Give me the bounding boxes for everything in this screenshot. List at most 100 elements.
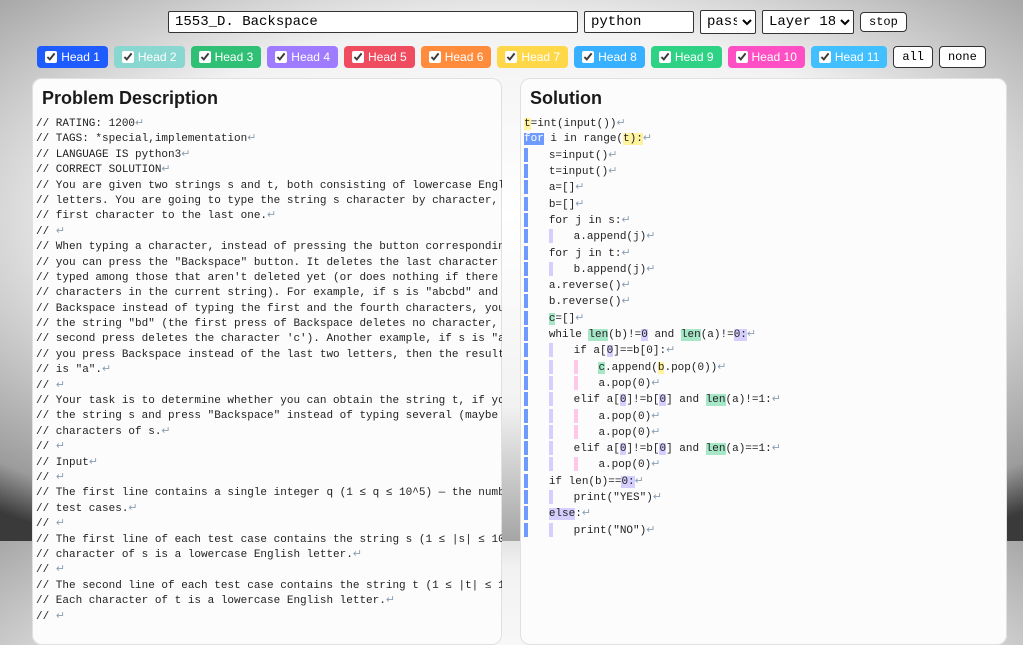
sol-line: for j in t:↵ <box>524 246 1003 262</box>
sol-line: a.append(j)↵ <box>524 229 1003 245</box>
desc-line: // The first line of each test case cont… <box>36 533 498 548</box>
desc-line: // ↵ <box>36 610 498 625</box>
sol-line: else:↵ <box>524 506 1003 522</box>
head-toggle-2[interactable]: Head 2 <box>114 46 185 68</box>
desc-line: // you can press the "Backspace" button.… <box>36 256 498 271</box>
desc-line: // RATING: 1200↵ <box>36 117 498 132</box>
sol-line: for j in s:↵ <box>524 213 1003 229</box>
desc-line: // ↵ <box>36 440 498 455</box>
solution-panel: Solution t=int(input())↵for i in range(t… <box>520 78 1007 645</box>
desc-line: // second press deletes the character 'c… <box>36 332 498 347</box>
all-heads-button[interactable]: all <box>893 46 933 68</box>
desc-line: // Your task is to determine whether you… <box>36 394 498 409</box>
head-checkbox-2[interactable] <box>122 51 134 63</box>
sol-line: elif a[0]!=b[0] and len(a)!=1:↵ <box>524 392 1003 408</box>
head-toggle-10[interactable]: Head 10 <box>728 46 805 68</box>
sol-line: print("NO")↵ <box>524 523 1003 539</box>
desc-line: // The first line contains a single inte… <box>36 486 498 501</box>
head-toggle-8[interactable]: Head 8 <box>574 46 645 68</box>
stop-button[interactable]: stop <box>860 12 907 32</box>
sol-line: if a[0]==b[0]:↵ <box>524 343 1003 359</box>
head-toggle-4[interactable]: Head 4 <box>267 46 338 68</box>
desc-line: // character of s is a lowercase English… <box>36 548 498 563</box>
head-label: Head 10 <box>752 50 797 64</box>
head-checkbox-4[interactable] <box>275 51 287 63</box>
head-label: Head 3 <box>215 50 254 64</box>
sol-line: a.pop(0)↵ <box>524 376 1003 392</box>
sol-line: while len(b)!=0 and len(a)!=0:↵ <box>524 327 1003 343</box>
problem-description-title: Problem Description <box>42 88 492 109</box>
desc-line: // first character to the last one.↵ <box>36 209 498 224</box>
none-heads-button[interactable]: none <box>939 46 986 68</box>
problem-name-input[interactable] <box>168 11 578 33</box>
head-label: Head 7 <box>521 50 560 64</box>
desc-line: // typed among those that aren't deleted… <box>36 271 498 286</box>
desc-line: // CORRECT SOLUTION↵ <box>36 163 498 178</box>
desc-line: // Each character of t is a lowercase En… <box>36 594 498 609</box>
sol-line: print("YES")↵ <box>524 490 1003 506</box>
head-checkbox-7[interactable] <box>505 51 517 63</box>
head-label: Head 4 <box>291 50 330 64</box>
head-label: Head 1 <box>61 50 100 64</box>
desc-line: // letters. You are going to type the st… <box>36 194 498 209</box>
main-columns: Problem Description // RATING: 1200↵// T… <box>0 72 1023 645</box>
desc-line: // the string s and press "Backspace" in… <box>36 409 498 424</box>
sol-line: t=int(input())↵ <box>524 117 1003 132</box>
desc-line: // is "a".↵ <box>36 363 498 378</box>
head-checkbox-11[interactable] <box>819 51 831 63</box>
head-label: Head 2 <box>138 50 177 64</box>
sol-line: for i in range(t):↵ <box>524 132 1003 147</box>
desc-line: // test cases.↵ <box>36 502 498 517</box>
sol-line: a.pop(0)↵ <box>524 457 1003 473</box>
sol-line: a=[]↵ <box>524 180 1003 196</box>
sol-line: a.reverse()↵ <box>524 278 1003 294</box>
layer-select[interactable]: Layer 18 <box>762 10 854 34</box>
head-toggle-5[interactable]: Head 5 <box>344 46 415 68</box>
sol-line: s=input()↵ <box>524 148 1003 164</box>
head-label: Head 11 <box>835 50 879 64</box>
sol-line: c=[]↵ <box>524 311 1003 327</box>
solution-code: t=int(input())↵for i in range(t):↵ s=inp… <box>520 117 1007 559</box>
sol-line: a.pop(0)↵ <box>524 409 1003 425</box>
head-label: Head 9 <box>675 50 714 64</box>
sol-line: b.append(j)↵ <box>524 262 1003 278</box>
head-toggle-3[interactable]: Head 3 <box>191 46 262 68</box>
head-checkbox-10[interactable] <box>736 51 748 63</box>
desc-line: // You are given two strings s and t, bo… <box>36 179 498 194</box>
head-checkbox-8[interactable] <box>582 51 594 63</box>
head-toggle-7[interactable]: Head 7 <box>497 46 568 68</box>
desc-line: // Backspace instead of typing the first… <box>36 302 498 317</box>
pass-select[interactable]: pass <box>700 10 756 34</box>
desc-line: // When typing a character, instead of p… <box>36 240 498 255</box>
desc-line: // characters of s.↵ <box>36 425 498 440</box>
head-checkbox-9[interactable] <box>659 51 671 63</box>
desc-line: // TAGS: *special,implementation↵ <box>36 132 498 147</box>
sol-line: a.pop(0)↵ <box>524 425 1003 441</box>
sol-line: elif a[0]!=b[0] and len(a)==1:↵ <box>524 441 1003 457</box>
head-checkbox-5[interactable] <box>352 51 364 63</box>
solution-title: Solution <box>530 88 997 109</box>
desc-line: // the string "bd" (the first press of B… <box>36 317 498 332</box>
desc-line: // ↵ <box>36 563 498 578</box>
desc-line: // you press Backspace instead of the la… <box>36 348 498 363</box>
top-controls: pass Layer 18 stop <box>0 0 1023 40</box>
sol-line: if len(b)==0:↵ <box>524 474 1003 490</box>
desc-line: // ↵ <box>36 517 498 532</box>
head-label: Head 5 <box>368 50 407 64</box>
heads-row: Head 1 Head 2 Head 3 Head 4 Head 5 Head 6 Head… <box>0 40 1023 72</box>
sol-line: b.reverse()↵ <box>524 294 1003 310</box>
desc-line: // Input↵ <box>36 456 498 471</box>
language-input[interactable] <box>584 11 694 33</box>
head-checkbox-6[interactable] <box>429 51 441 63</box>
head-toggle-6[interactable]: Head 6 <box>421 46 492 68</box>
head-checkbox-3[interactable] <box>199 51 211 63</box>
head-checkbox-1[interactable] <box>45 51 57 63</box>
head-label: Head 8 <box>598 50 637 64</box>
head-toggle-9[interactable]: Head 9 <box>651 46 722 68</box>
desc-line: // ↵ <box>36 225 498 240</box>
head-toggle-11[interactable]: Head 11 <box>811 46 887 68</box>
head-toggle-1[interactable]: Head 1 <box>37 46 108 68</box>
problem-description-code: // RATING: 1200↵// TAGS: *special,implem… <box>32 117 502 645</box>
sol-line: c.append(b.pop(0))↵ <box>524 360 1003 376</box>
problem-description-panel: Problem Description // RATING: 1200↵// T… <box>32 78 502 645</box>
